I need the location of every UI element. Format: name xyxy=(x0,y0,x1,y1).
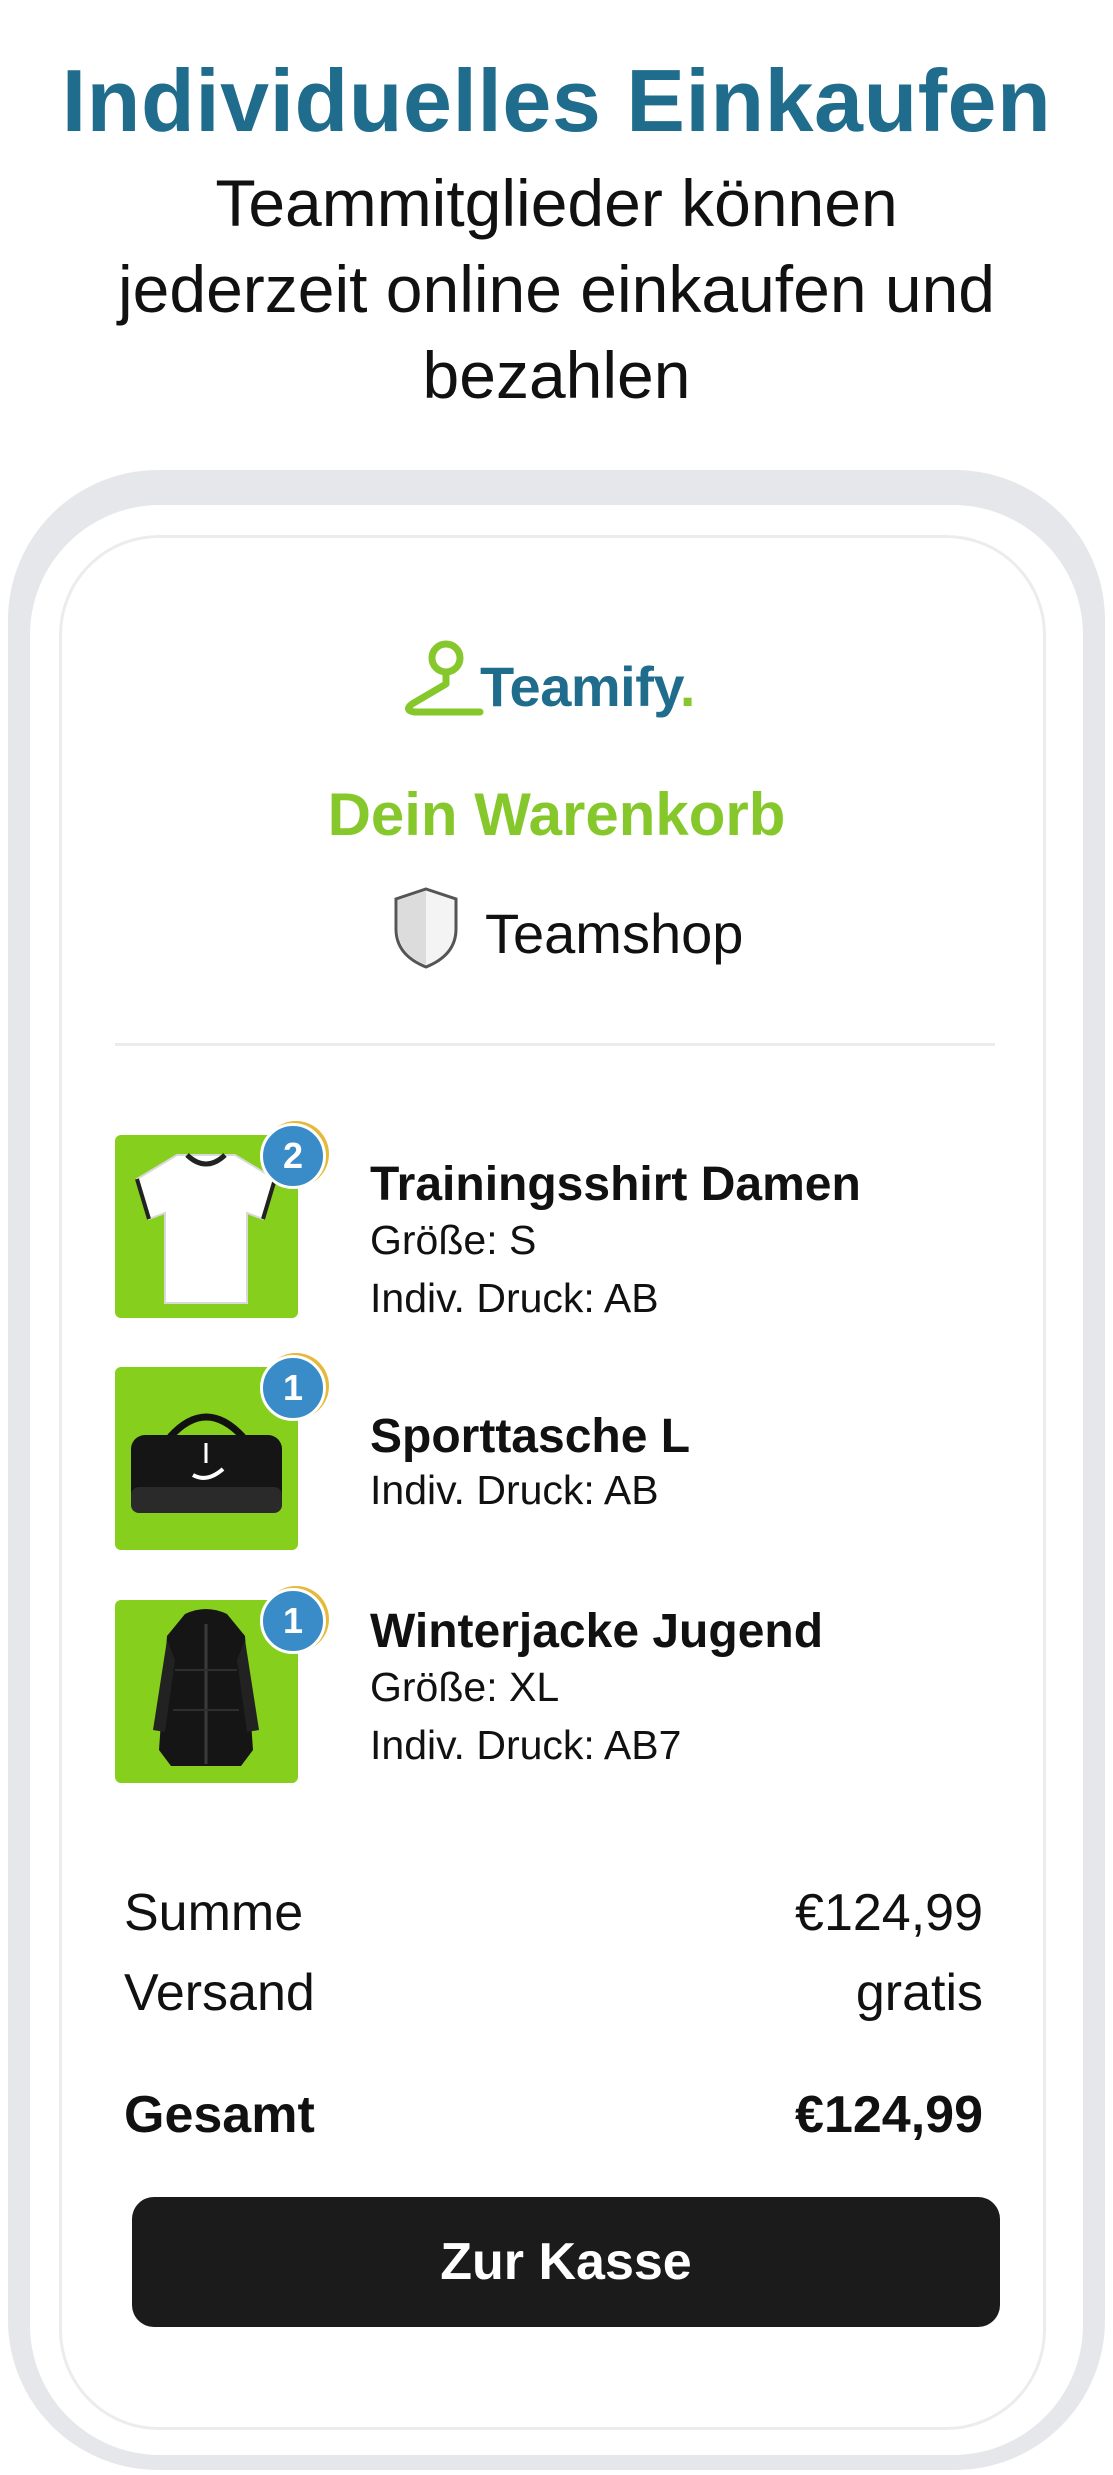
checkout-button[interactable]: Zur Kasse xyxy=(132,2197,1000,2327)
cart-item[interactable]: 1 Sporttasche L Indiv. Druck: AB xyxy=(115,1355,1015,1557)
quantity-badge: 2 xyxy=(260,1123,326,1189)
subtotal-label: Summe xyxy=(124,1884,304,1942)
item-title: Trainingsshirt Damen xyxy=(370,1158,861,1211)
quantity-badge: 1 xyxy=(260,1355,326,1421)
hanger-icon xyxy=(405,640,484,716)
subtotal-value: €124,99 xyxy=(795,1884,983,1942)
item-title: Sporttasche L xyxy=(370,1410,691,1463)
shop-row: Teamshop xyxy=(390,885,790,975)
shipping-label: Versand xyxy=(124,1964,315,2022)
total-label: Gesamt xyxy=(124,2086,315,2144)
item-print: Indiv. Druck: AB xyxy=(370,1275,659,1321)
item-size: Größe: XL xyxy=(370,1664,560,1710)
subheadline-line-1: Teammitglieder können xyxy=(215,166,898,240)
cart-item[interactable]: 1 Winterjacke Jugend Größe: XL Indiv. Dr… xyxy=(115,1588,1015,1790)
cart-title: Dein Warenkorb xyxy=(327,781,786,848)
total-value: €124,99 xyxy=(795,2086,983,2144)
shield-icon xyxy=(394,887,458,969)
shipping-value: gratis xyxy=(855,1964,983,2022)
logo-wordmark: Teamify. xyxy=(480,655,695,718)
item-size: Größe: S xyxy=(370,1217,537,1263)
item-title: Winterjacke Jugend xyxy=(370,1605,824,1658)
teamify-logo: Teamify. xyxy=(400,632,730,727)
shop-name: Teamshop xyxy=(485,902,744,965)
item-print: Indiv. Druck: AB xyxy=(370,1467,659,1513)
page-subheadline: Teammitglieder können jederzeit online e… xyxy=(40,160,1073,418)
page-headline: Individuelles Einkaufen xyxy=(61,51,1052,150)
cart-item[interactable]: 2 Trainingsshirt Damen Größe: S Indiv. D… xyxy=(115,1123,1015,1325)
quantity-badge: 1 xyxy=(260,1588,326,1654)
subheadline-line-2: jederzeit online einkaufen und xyxy=(118,252,995,326)
divider xyxy=(115,1043,995,1046)
item-print: Indiv. Druck: AB7 xyxy=(370,1722,682,1768)
subheadline-line-3: bezahlen xyxy=(422,338,691,412)
